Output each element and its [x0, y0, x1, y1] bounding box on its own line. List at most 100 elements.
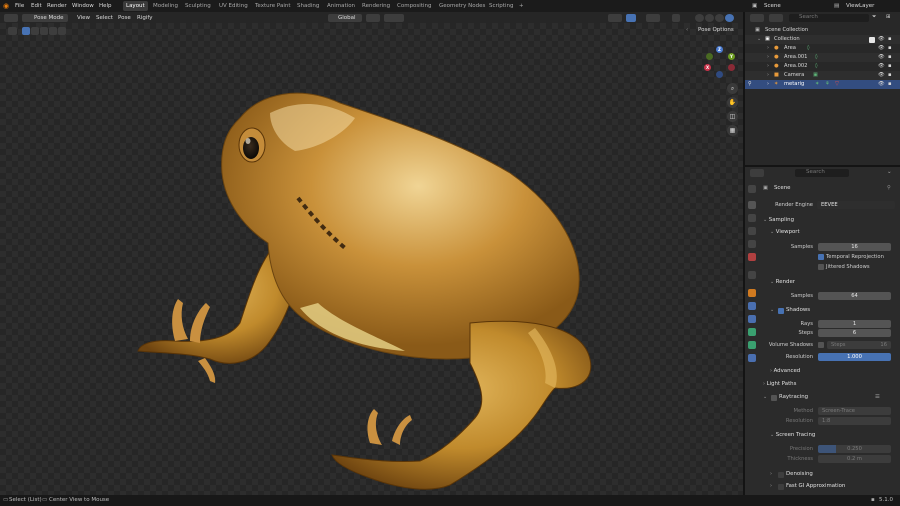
expand-chevron-icon[interactable]: › — [767, 62, 769, 71]
constraints-tab-icon[interactable] — [748, 328, 756, 336]
fast-gi-subpanel-header[interactable]: › — [770, 482, 772, 491]
camera-render-icon[interactable]: ▪ — [888, 53, 892, 62]
menu-edit[interactable]: Edit — [31, 2, 42, 11]
screen-tracing-subpanel-header[interactable]: ⌄ Screen Tracing — [770, 431, 815, 440]
render-subpanel-header[interactable]: ⌄ Render — [770, 278, 795, 287]
expand-chevron-icon[interactable]: › — [767, 71, 769, 80]
properties-editor-type-icon[interactable] — [750, 169, 764, 177]
view-layer-icon[interactable]: ▤ — [834, 2, 839, 11]
precision-slider[interactable]: 0.250 — [818, 445, 891, 453]
outliner-editor-type-icon[interactable] — [750, 14, 764, 22]
3d-viewport[interactable]: Pose Options ‹ Z X Y ⌕ ✋ ◫ ▦ — [0, 23, 743, 495]
fast-gi-checkbox[interactable] — [778, 484, 784, 490]
method-dropdown[interactable]: Screen-Trace — [818, 407, 891, 415]
shading-rendered-icon[interactable] — [725, 13, 734, 22]
eye-icon[interactable]: 👁 — [878, 62, 885, 71]
denoising-checkbox[interactable] — [778, 472, 784, 478]
camera-render-icon[interactable]: ▪ — [888, 44, 892, 53]
world-tab-icon[interactable] — [748, 253, 756, 261]
workspace-tab-shading[interactable]: Shading — [294, 1, 322, 11]
new-collection-icon[interactable]: ⊞ — [886, 13, 891, 22]
raytracing-panel-header[interactable]: ⌄ — [763, 393, 767, 402]
outliner-row-collection[interactable]: ⌄ ▣ Collection 👁 ▪ — [745, 35, 900, 44]
shadows-subpanel-header[interactable]: ⌄ — [770, 306, 774, 315]
overlay-icon[interactable] — [646, 13, 660, 22]
view-layer-tab-icon[interactable] — [748, 227, 756, 235]
menu-render[interactable]: Render — [47, 2, 67, 11]
eye-icon[interactable]: 👁 — [878, 71, 885, 80]
jittered-shadows-checkbox[interactable] — [818, 264, 824, 270]
resolution-field[interactable]: 1.000 — [818, 353, 891, 361]
gizmo-toggle-icon[interactable] — [626, 13, 636, 22]
outliner-display-mode-icon[interactable] — [769, 14, 783, 22]
outliner-row-area[interactable]: › ● Area ◊ 👁 ▪ — [745, 44, 900, 53]
eye-icon[interactable]: 👁 — [878, 80, 885, 89]
viewport-subpanel-header[interactable]: ⌄ Viewport — [770, 228, 800, 237]
gizmo-y-axis-icon[interactable]: Y — [728, 53, 735, 60]
camera-render-icon[interactable]: ▪ — [888, 62, 892, 71]
rays-field[interactable]: 1 — [818, 320, 891, 328]
viewport-samples-field[interactable]: 16 — [818, 243, 891, 251]
expand-chevron-icon[interactable]: › — [767, 53, 769, 62]
thickness-field[interactable]: 0.2 m — [818, 455, 891, 463]
steps-field[interactable]: 6 — [818, 329, 891, 337]
output-tab-icon[interactable] — [748, 214, 756, 222]
perspective-grid-icon[interactable]: ▦ — [727, 125, 738, 136]
bone-tab-icon[interactable] — [748, 354, 756, 362]
workspace-tab-geometry-nodes[interactable]: Geometry Nodes — [436, 1, 488, 11]
workspace-tab-scripting[interactable]: Scripting — [486, 1, 516, 11]
advanced-subpanel-header[interactable]: › Advanced — [770, 367, 800, 376]
collection-exclude-checkbox[interactable] — [869, 36, 875, 43]
camera-view-icon[interactable]: ◫ — [727, 111, 738, 122]
zoom-icon[interactable]: ⌕ — [727, 83, 738, 94]
blender-logo-icon[interactable]: ◉ — [3, 2, 11, 11]
outliner-row-camera[interactable]: › ■ Camera ▣ 👁 ▪ — [745, 71, 900, 80]
editor-type-icon[interactable] — [4, 13, 18, 22]
pose-mode-icon[interactable]: ⚲ — [748, 80, 752, 89]
gizmo-x-axis-icon[interactable]: X — [704, 64, 711, 71]
object-tab-icon[interactable] — [748, 289, 756, 297]
raytracing-checkbox[interactable] — [771, 395, 777, 401]
scene-tab-icon[interactable] — [748, 240, 756, 248]
workspace-tab-sculpting[interactable]: Sculpting — [182, 1, 214, 11]
workspace-tab-animation[interactable]: Animation — [324, 1, 358, 11]
pin-icon[interactable]: ⚲ — [887, 184, 891, 193]
menu-help[interactable]: Help — [99, 2, 112, 11]
pivot-icon[interactable] — [366, 13, 380, 22]
volume-shadows-checkbox[interactable] — [818, 342, 824, 348]
select-menu[interactable]: Select — [96, 14, 113, 23]
workspace-tab-texture-paint[interactable]: Texture Paint — [252, 1, 294, 11]
pan-hand-icon[interactable]: ✋ — [727, 97, 738, 108]
visibility-icon[interactable] — [608, 13, 622, 22]
shading-solid-icon[interactable] — [705, 13, 714, 22]
workspace-tab-layout[interactable]: Layout — [123, 1, 148, 11]
expand-chevron-icon[interactable]: › — [767, 80, 769, 89]
eye-icon[interactable]: 👁 — [878, 44, 885, 53]
scene-icon[interactable]: ▣ — [752, 2, 757, 11]
outliner-row-area-002[interactable]: › ● Area.002 ◊ 👁 ▪ — [745, 62, 900, 71]
expand-chevron-icon[interactable]: ⌄ — [757, 35, 761, 44]
presets-icon[interactable]: ☰ — [875, 393, 880, 402]
expand-chevron-icon[interactable]: › — [767, 44, 769, 53]
render-engine-dropdown[interactable]: EEVEE — [817, 201, 895, 209]
tool-tab-icon[interactable] — [748, 185, 756, 193]
volume-steps-field[interactable]: Steps 16 — [827, 341, 891, 349]
navigation-gizmo[interactable]: Z X Y — [703, 46, 737, 80]
scene-name[interactable]: Scene — [764, 2, 781, 11]
denoising-subpanel-header[interactable]: › — [770, 470, 772, 479]
gizmo-z-axis-icon[interactable]: Z — [716, 46, 723, 53]
snap-icon[interactable] — [384, 13, 404, 22]
rigify-menu[interactable]: Rigify — [137, 14, 152, 23]
options-dropdown-icon[interactable]: ⌄ — [887, 168, 892, 177]
camera-render-icon[interactable]: ▪ — [888, 80, 892, 89]
eye-icon[interactable]: 👁 — [878, 53, 885, 62]
render-samples-field[interactable]: 64 — [818, 292, 891, 300]
temporal-reprojection-checkbox[interactable] — [818, 254, 824, 260]
collection-tab-icon[interactable] — [748, 271, 756, 279]
gizmo-neg-z-axis-icon[interactable] — [716, 71, 723, 78]
camera-render-icon[interactable]: ▪ — [888, 71, 892, 80]
shadows-checkbox[interactable] — [778, 308, 784, 314]
data-tab-icon[interactable] — [748, 341, 756, 349]
modifier-tab-icon[interactable] — [748, 302, 756, 310]
xray-icon[interactable] — [672, 13, 680, 22]
